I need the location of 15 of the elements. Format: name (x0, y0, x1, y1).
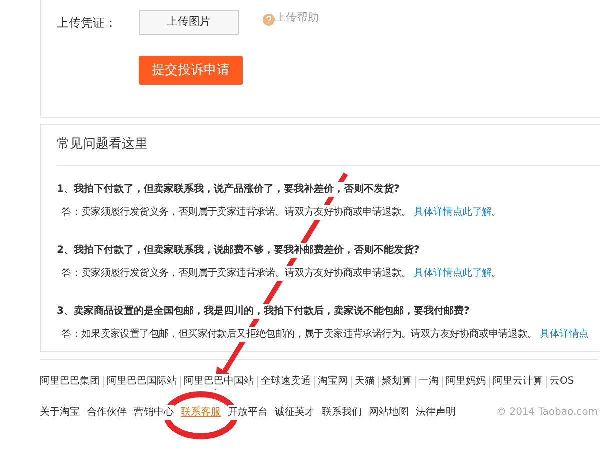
footer-site-link[interactable]: 阿里妈妈 (446, 374, 486, 389)
faq-question: 1、我拍下付款了，但卖家联系我，说产品涨价了，要我补差价，否则不发货? (57, 182, 400, 197)
details-link[interactable]: 具体详情点 (540, 329, 589, 340)
faq-title: 常见问题看这里 (57, 125, 600, 166)
faq-answer: 答：如果卖家设置了包邮，但买家付款后又拒绝包邮的，属于卖家违背承诺行为。请双方友好协商或申请退款。 具体详情点 (62, 327, 589, 342)
details-link[interactable]: 具体详情点此了解 (414, 207, 492, 218)
footer-link[interactable]: 营销中心 (134, 405, 174, 420)
upload-label: 上传凭证： (57, 14, 118, 32)
details-link[interactable]: 具体详情点此了解 (414, 268, 492, 279)
faq-question: 3、卖家商品设置的是全国包邮，我是四川的，我拍下付款后，卖家说不能包邮，要我付邮费? (57, 304, 470, 319)
faq-question: 2、我拍下付款了，但卖家联系我，说邮费不够，要我补邮费差价，否则不能发货? (57, 243, 420, 258)
help-icon (263, 14, 275, 26)
footer-site-link[interactable]: 阿里巴巴中国站 (184, 374, 254, 389)
footer-link[interactable]: 开放平台 (228, 405, 268, 420)
upload-image-button[interactable]: 上传图片 (139, 10, 239, 35)
